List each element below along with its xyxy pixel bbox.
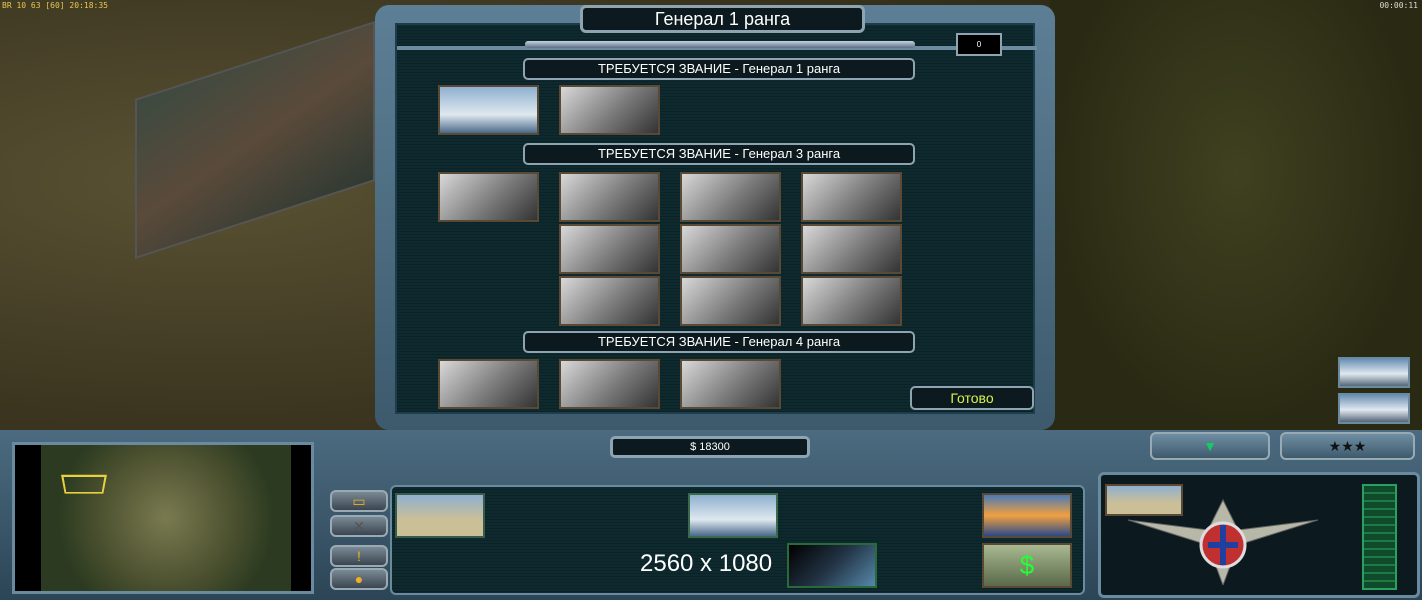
rank-progress-bar	[525, 41, 915, 48]
collapse-panel-button[interactable]: ▼	[1150, 432, 1270, 460]
sidebar-power-drone[interactable]	[1338, 393, 1410, 424]
predator-drone-button[interactable]	[688, 493, 778, 538]
resolution-overlay: 2560 x 1080	[640, 550, 773, 577]
sell-button[interactable]: $	[982, 543, 1072, 588]
power-emergency-repair-1[interactable]	[801, 172, 902, 222]
general-rank-stars-button[interactable]: ★★★	[1280, 432, 1415, 460]
general-promotion-dialog: Генерал 1 ранга 0 ТРЕБУЕТСЯ ЗВАНИЕ - Ген…	[375, 5, 1055, 430]
section-header: ТРЕБУЕТСЯ ЗВАНИЕ - Генерал 4 ранга	[523, 331, 915, 353]
power-emergency-repair-2[interactable]	[801, 224, 902, 274]
power-meter	[1362, 484, 1397, 590]
camera-view-indicator	[61, 474, 107, 494]
generals-powers-button[interactable]: ✕	[330, 515, 388, 537]
dozer-unit-icon[interactable]	[395, 493, 485, 538]
money-display: $ 18300	[610, 436, 810, 458]
power-pathfinder[interactable]	[438, 172, 539, 222]
usa-faction-emblem-icon	[1128, 498, 1318, 585]
sidebar-power-satellite[interactable]	[1338, 357, 1410, 388]
power-predator-drone[interactable]	[438, 85, 539, 135]
minimap[interactable]	[12, 442, 314, 594]
spy-satellite-button[interactable]	[787, 543, 877, 588]
power-emergency-repair-3[interactable]	[801, 276, 902, 326]
power-paradrop-3[interactable]	[559, 276, 660, 326]
chat-button[interactable]: ●	[330, 568, 388, 590]
fps-stats: BR 10 63 [60] 20:18:35	[2, 1, 108, 10]
supply-base-building[interactable]	[135, 21, 375, 259]
power-paradrop-1[interactable]	[559, 172, 660, 222]
power-supply-drop[interactable]	[438, 359, 539, 409]
power-paradrop-2[interactable]	[559, 224, 660, 274]
alert-button[interactable]: !	[330, 545, 388, 567]
game-clock: 00:00:11	[1379, 1, 1418, 10]
done-button[interactable]: Готово	[910, 386, 1034, 410]
options-button[interactable]: ▭	[330, 490, 388, 512]
power-a10-strike-3[interactable]	[680, 276, 781, 326]
power-stealth-fighter[interactable]	[559, 85, 660, 135]
power-a10-strike-2[interactable]	[680, 224, 781, 274]
minimap-terrain	[41, 445, 291, 591]
section-header: ТРЕБУЕТСЯ ЗВАНИЕ - Генерал 1 ранга	[523, 58, 915, 80]
power-a10-strike-1[interactable]	[680, 172, 781, 222]
power-spectre-gunship[interactable]	[680, 359, 781, 409]
section-header: ТРЕБУЕТСЯ ЗВАНИЕ - Генерал 3 ранга	[523, 143, 915, 165]
points-counter: 0	[956, 33, 1002, 56]
rally-flag-button[interactable]	[982, 493, 1072, 538]
dialog-title: Генерал 1 ранга	[580, 5, 865, 33]
power-fuel-air-bomb[interactable]	[559, 359, 660, 409]
